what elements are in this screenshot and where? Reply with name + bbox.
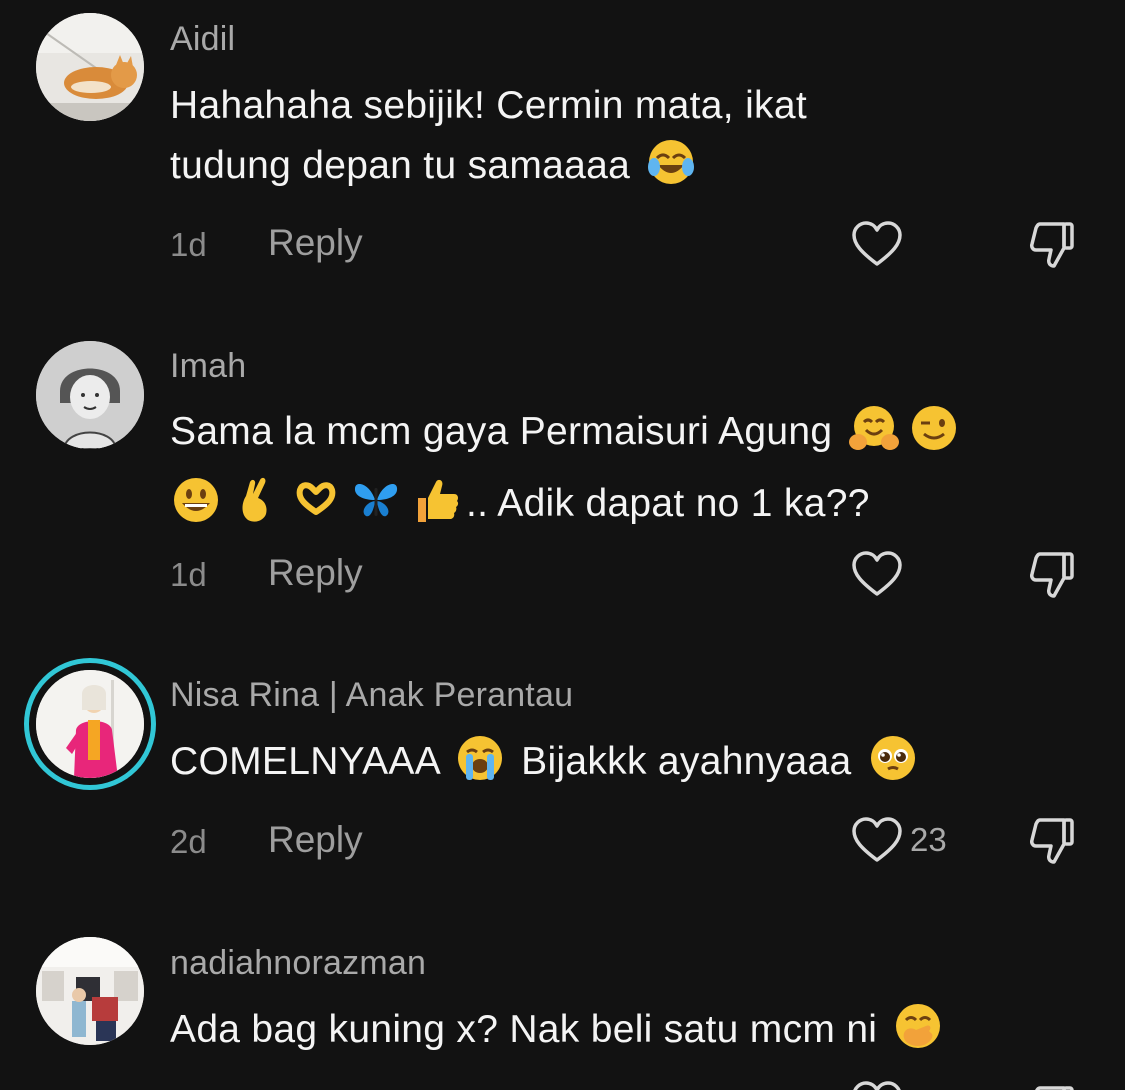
thumbs-down-icon (1035, 1086, 1074, 1090)
store-photo-icon (36, 937, 144, 1045)
dislike-button[interactable] (1026, 1082, 1078, 1090)
comment-text-segment: Ada bag kuning x? Nak beli satu mcm ni (170, 1008, 878, 1051)
face-with-hand-over-mouth-icon (892, 1000, 944, 1052)
comment-text-line: Ada bag kuning x? Nak beli satu mcm ni (170, 1000, 1090, 1060)
avatar[interactable] (36, 937, 144, 1045)
comment-text: Ada bag kuning x? Nak beli satu mcm ni (170, 1000, 1090, 1060)
heart-icon (853, 1081, 901, 1090)
username[interactable]: nadiahnorazman (170, 944, 426, 983)
like-button[interactable] (851, 1080, 903, 1090)
comment-item: nadiahnorazman Ada bag kuning x? Nak bel… (0, 0, 1125, 1090)
